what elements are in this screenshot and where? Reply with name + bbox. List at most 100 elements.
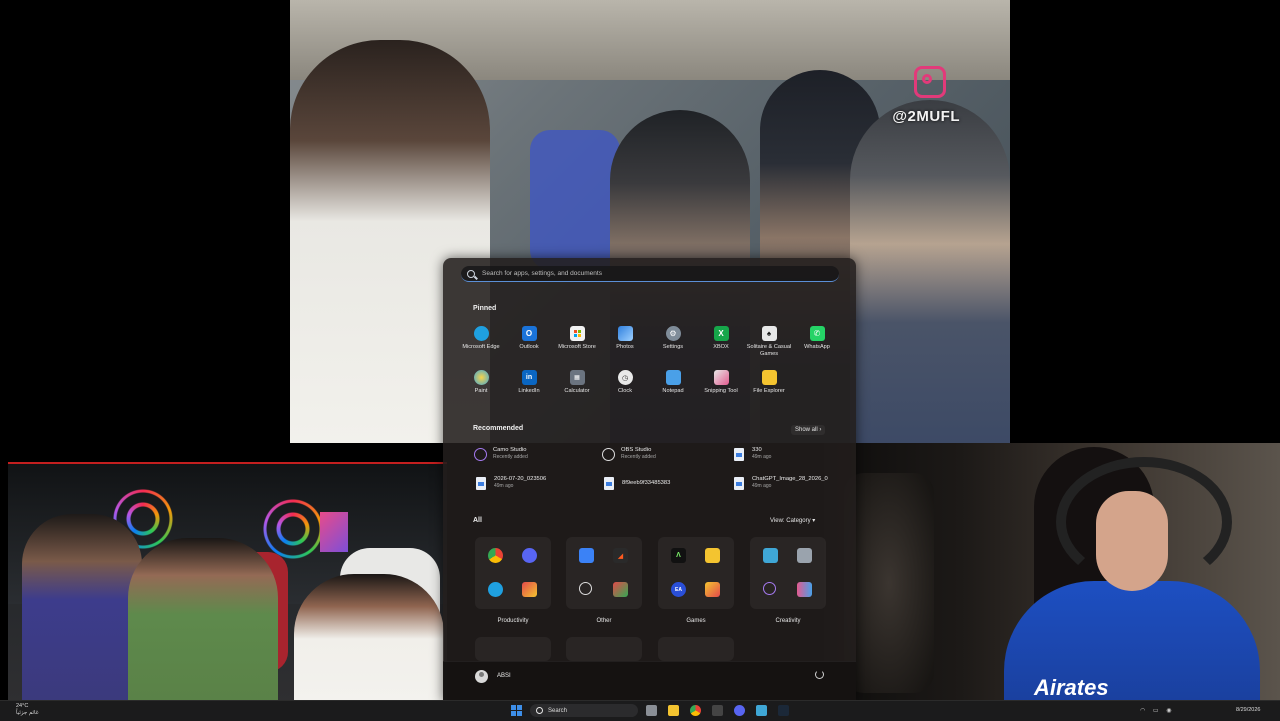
webcam-right: Airates bbox=[824, 443, 1280, 705]
pinned-app-whatsapp[interactable]: ✆ WhatsApp bbox=[793, 326, 841, 358]
gear-icon: ⚙ bbox=[665, 326, 681, 341]
app-icon bbox=[613, 582, 628, 597]
recommended-item-330[interactable]: 330 49m ago bbox=[732, 447, 771, 461]
pinned-app-solitaire[interactable]: ♠ Solitaire & Casual Games bbox=[745, 326, 793, 358]
category-folder-creativity[interactable] bbox=[750, 537, 826, 609]
video-watermark: @2MUFL bbox=[892, 108, 960, 125]
obs-icon bbox=[579, 582, 592, 595]
pinned-app-file-explorer[interactable]: File Explorer bbox=[745, 370, 793, 395]
folder-icon[interactable] bbox=[668, 705, 679, 716]
category-label-productivity: Productivity bbox=[497, 618, 529, 624]
folder-icon bbox=[761, 370, 777, 385]
all-apps-heading: All bbox=[473, 517, 482, 524]
edge-icon bbox=[488, 582, 503, 597]
recommended-heading: Recommended bbox=[473, 425, 524, 432]
streamer-2 bbox=[128, 538, 278, 702]
task-view-icon[interactable] bbox=[646, 705, 657, 716]
pinned-app-store[interactable]: Microsoft Store bbox=[553, 326, 601, 358]
recommended-item-camo[interactable]: Camo Studio Recently added bbox=[474, 447, 528, 461]
notepad-icon bbox=[665, 370, 681, 385]
steam-icon[interactable] bbox=[778, 705, 789, 716]
monitor-screen bbox=[320, 512, 348, 552]
discord-icon[interactable] bbox=[734, 705, 745, 716]
category-folder-partial[interactable] bbox=[566, 637, 642, 661]
pinned-app-snipping-tool[interactable]: Snipping Tool bbox=[697, 370, 745, 395]
recommended-item-hash-file[interactable]: 8f9eeb9f33485383 bbox=[602, 476, 670, 490]
start-search-box[interactable] bbox=[461, 266, 839, 282]
pinned-app-photos[interactable]: Photos bbox=[601, 326, 649, 358]
solitaire-icon: ♠ bbox=[761, 326, 777, 341]
category-folder-partial[interactable] bbox=[475, 637, 551, 661]
user-name[interactable]: ABSI bbox=[497, 673, 511, 679]
chrome-icon bbox=[488, 548, 503, 563]
pinned-apps: Microsoft Edge O Outlook Microsoft Store … bbox=[457, 326, 842, 395]
show-all-button[interactable]: Show all › bbox=[791, 425, 826, 435]
search-icon bbox=[467, 269, 475, 278]
weather-widget[interactable]: 24°C غائم جزئياً bbox=[16, 703, 39, 717]
paint-icon bbox=[473, 370, 489, 385]
category-label-other: Other bbox=[596, 618, 612, 624]
app-icon: ◢ bbox=[613, 548, 628, 563]
pinned-app-paint[interactable]: Paint bbox=[457, 370, 505, 395]
paint-icon bbox=[763, 548, 778, 563]
office-icon bbox=[522, 582, 537, 597]
pinned-app-xbox[interactable]: X XBOX bbox=[697, 326, 745, 358]
weather-temp: 24°C bbox=[16, 703, 29, 709]
category-label-creativity: Creativity bbox=[775, 618, 801, 624]
category-folder-partial[interactable] bbox=[658, 637, 734, 661]
game-icon bbox=[705, 548, 720, 563]
edge-icon bbox=[473, 326, 489, 341]
weather-text: غائم جزئياً bbox=[16, 710, 39, 716]
recommended-item-obs[interactable]: OBS Studio Recently added bbox=[602, 447, 656, 461]
background-lamp bbox=[844, 473, 934, 693]
category-folder-games[interactable]: Λ EA bbox=[658, 537, 734, 609]
streamer-1 bbox=[22, 514, 142, 702]
game-icon bbox=[705, 582, 720, 597]
taskbar-date[interactable]: 8/29/2026 bbox=[1236, 707, 1260, 713]
game-icon: Λ bbox=[671, 548, 686, 563]
linkedin-icon: in bbox=[521, 370, 537, 385]
start-menu-footer: ABSI bbox=[443, 661, 856, 702]
person-cap-3 bbox=[850, 100, 1010, 443]
channel-logo bbox=[914, 10, 1000, 98]
jersey-sponsor-text: Airates bbox=[1034, 675, 1109, 700]
outlook-icon: O bbox=[521, 326, 537, 341]
recommended-item-chatgpt-image[interactable]: ChatGPT_Image_28_2026_0 49m ago bbox=[732, 476, 828, 490]
power-icon[interactable] bbox=[815, 670, 824, 679]
pinned-app-linkedin[interactable]: in LinkedIn bbox=[505, 370, 553, 395]
pinned-app-edge[interactable]: Microsoft Edge bbox=[457, 326, 505, 358]
system-tray[interactable]: ◠ ▭ ◉ bbox=[1140, 707, 1174, 714]
taskbar-search[interactable]: Search bbox=[530, 704, 638, 717]
document-icon bbox=[732, 476, 746, 490]
pinned-app-outlook[interactable]: O Outlook bbox=[505, 326, 553, 358]
start-search-input[interactable] bbox=[480, 269, 824, 278]
paint-icon[interactable] bbox=[756, 705, 767, 716]
windows-start-icon[interactable] bbox=[511, 705, 522, 716]
whatsapp-icon: ✆ bbox=[809, 326, 825, 341]
view-category-dropdown[interactable]: View: Category ▾ bbox=[770, 517, 815, 524]
chrome-icon[interactable] bbox=[690, 705, 701, 716]
search-icon bbox=[536, 707, 543, 714]
pinned-app-clock[interactable]: ◷ Clock bbox=[601, 370, 649, 395]
recommended-item-screenshot[interactable]: 2026-07-20_023506 49m ago bbox=[474, 476, 546, 490]
taskbar: 24°C غائم جزئياً Search ◠ ▭ ◉ 8/29/2026 bbox=[0, 700, 1280, 721]
category-label-games: Games bbox=[686, 618, 706, 624]
category-folder-other[interactable]: ◢ bbox=[566, 537, 642, 609]
headset-icon bbox=[1056, 457, 1232, 587]
capcut-icon[interactable] bbox=[712, 705, 723, 716]
start-menu: Pinned Microsoft Edge OOutlook Microsoft… bbox=[443, 258, 856, 702]
pinned-app-calculator[interactable]: ▦ Calculator bbox=[553, 370, 601, 395]
photos-icon bbox=[617, 326, 633, 341]
pinned-app-settings[interactable]: ⚙ Settings bbox=[649, 326, 697, 358]
chevron-right-icon: › bbox=[819, 427, 822, 433]
camera-icon bbox=[797, 548, 812, 563]
store-icon bbox=[569, 326, 585, 341]
xbox-icon: X bbox=[713, 326, 729, 341]
document-icon bbox=[602, 476, 616, 490]
streamer-3 bbox=[294, 574, 444, 702]
category-folder-productivity[interactable] bbox=[475, 537, 551, 609]
chevron-down-icon: ▾ bbox=[812, 518, 816, 524]
pinned-heading: Pinned bbox=[473, 305, 497, 312]
user-avatar[interactable] bbox=[475, 670, 488, 683]
pinned-app-notepad[interactable]: Notepad bbox=[649, 370, 697, 395]
